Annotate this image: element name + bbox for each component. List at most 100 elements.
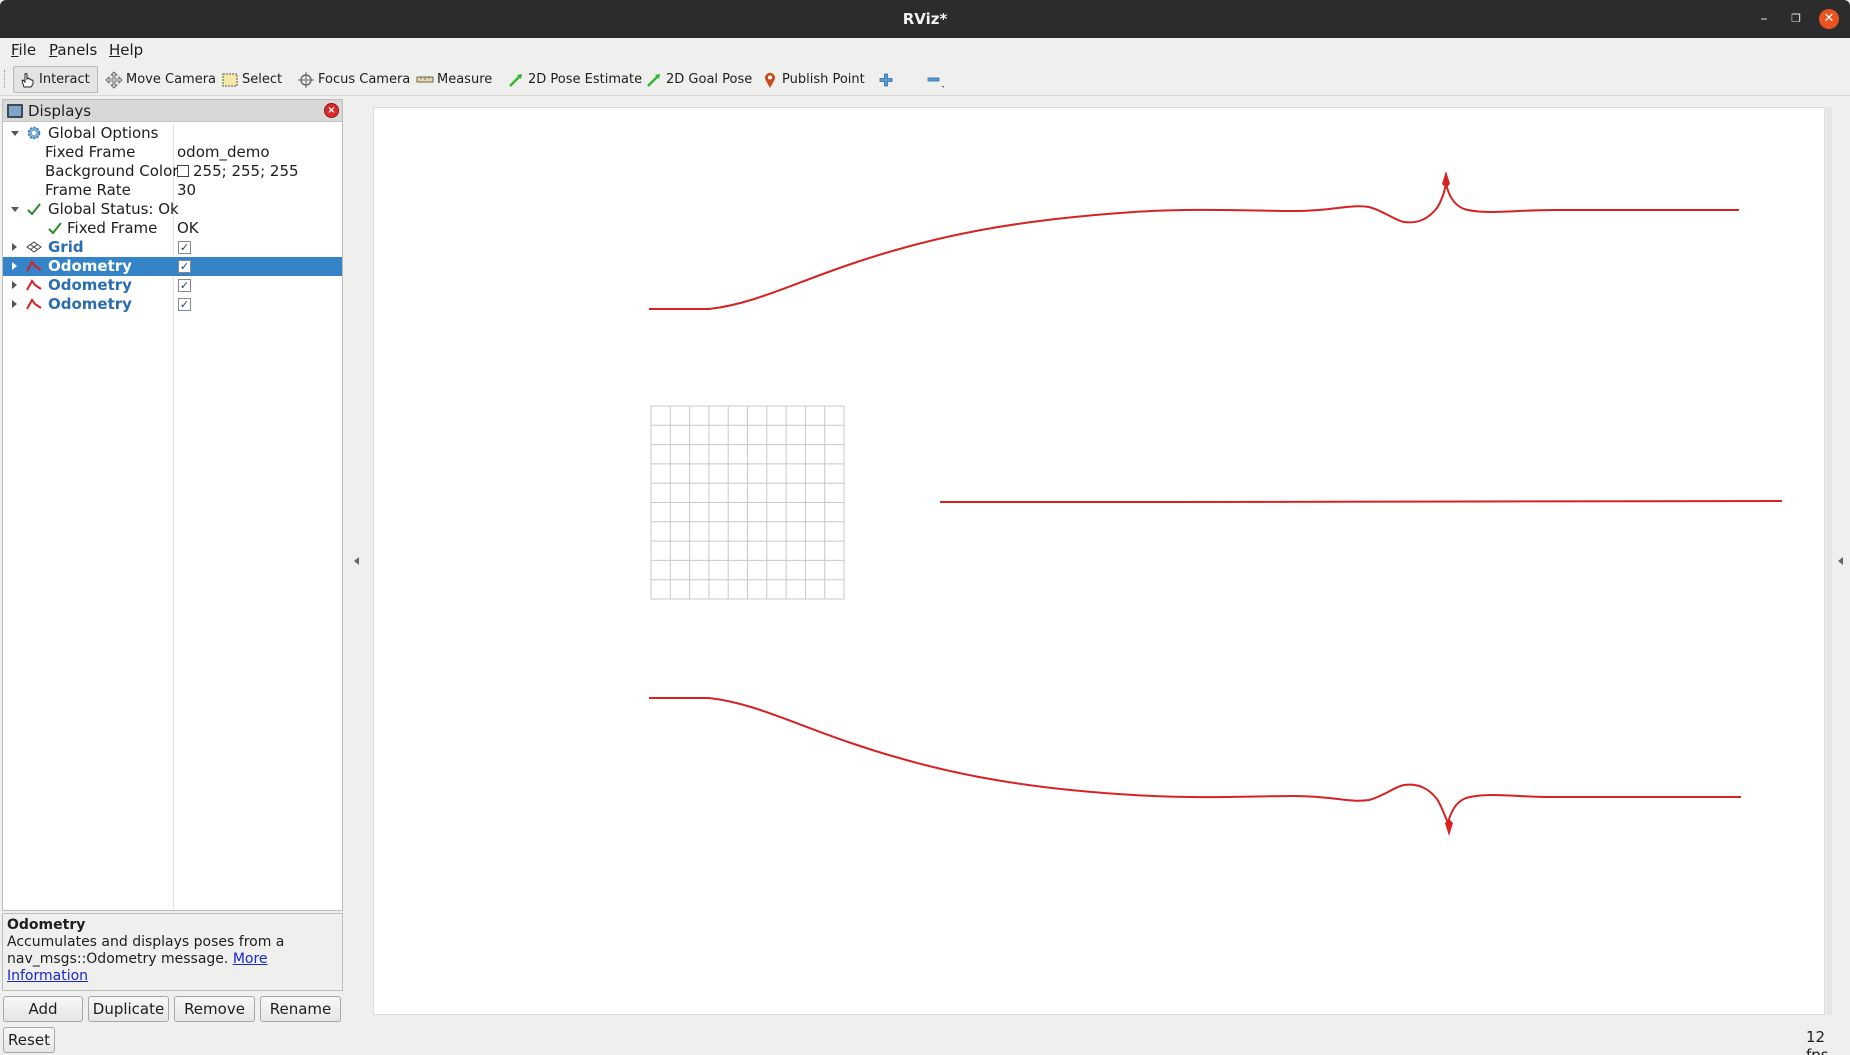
tree-row-frame-rate[interactable]: Frame Rate 30 [3,181,342,200]
global-status-label: Global Status: Ok [48,200,179,218]
odometry-display-label: Odometry [48,276,132,294]
toolbar-handle [4,70,6,88]
expand-arrow-icon[interactable] [12,300,17,308]
tree-row-global-status[interactable]: Global Status: Ok [3,200,342,219]
menu-bar: File Panels Help [0,38,1850,62]
tree-row-global-options[interactable]: Global Options [3,124,342,143]
frame-rate-value[interactable]: 30 [177,181,196,199]
green-arrow-icon [507,71,525,89]
menu-panels[interactable]: Panels [49,41,97,59]
tree-row-odometry-3[interactable]: Odometry ✓ [3,295,342,314]
close-button[interactable]: ✕ [1819,9,1839,29]
global-options-label: Global Options [48,124,159,142]
interact-tool-button[interactable]: Interact [13,66,98,93]
background-color-text: 255; 255; 255 [193,162,299,180]
move-camera-icon [105,70,123,89]
odometry-display-label: Odometry [48,295,132,313]
menu-file[interactable]: File [11,41,36,59]
color-swatch[interactable] [177,165,189,177]
odometry-icon [26,296,42,312]
odometry-path-1 [649,183,1739,310]
3d-render-view[interactable] [373,107,1825,1015]
reset-button[interactable]: Reset [3,1027,55,1053]
help-description: Accumulates and displays poses from a na… [7,934,338,985]
background-color-label: Background Color [45,162,179,180]
add-tool-button[interactable] [873,66,902,93]
displays-panel: Displays × Global Options Fixed Frame od… [2,99,343,911]
crosshair-icon [297,71,315,89]
collapse-arrow-icon[interactable] [11,207,19,212]
tree-row-fixed-frame[interactable]: Fixed Frame odom_demo [3,143,342,162]
tree-row-status-fixed-frame[interactable]: Fixed Frame OK [3,219,342,238]
add-button[interactable]: Add [3,996,83,1022]
panel-close-icon[interactable]: × [324,103,339,118]
green-arrow-icon [645,71,663,89]
odometry-enabled-checkbox[interactable]: ✓ [178,260,191,273]
right-panel-splitter[interactable] [1834,99,1848,1013]
displays-panel-header: Displays × [3,100,342,122]
rename-button[interactable]: Rename [260,996,341,1022]
frame-rate-label: Frame Rate [45,181,131,199]
move-camera-label: Move Camera [126,72,217,87]
odometry-enabled-checkbox[interactable]: ✓ [178,279,191,292]
expand-arrow-icon[interactable] [12,262,17,270]
tree-row-odometry-2[interactable]: Odometry ✓ [3,276,342,295]
focus-camera-label: Focus Camera [318,72,411,87]
help-title: Odometry [7,917,86,933]
tree-row-grid[interactable]: Grid ✓ [3,238,342,257]
hand-pointer-icon [18,71,36,89]
select-tool-button[interactable]: Select [217,66,286,93]
render-canvas[interactable] [374,108,1826,1016]
ruler-icon [416,71,434,89]
move-camera-tool-button[interactable]: Move Camera [101,66,220,93]
odometry-path-2 [940,500,1783,503]
menu-help[interactable]: Help [109,41,143,59]
2d-goal-pose-label: 2D Goal Pose [666,72,753,87]
2d-pose-estimate-label: 2D Pose Estimate [528,72,643,87]
measure-tool-button[interactable]: Measure [412,66,496,93]
left-panel-splitter[interactable] [350,99,364,1013]
title-bar: RViz* – ❐ ✕ [0,0,1850,38]
odometry-arrow-3 [1445,819,1453,836]
view-scrollbar[interactable] [1826,107,1832,1015]
focus-camera-tool-button[interactable]: Focus Camera [293,66,414,93]
minimize-button[interactable]: – [1754,9,1774,29]
tree-row-odometry-1[interactable]: Odometry ✓ [3,257,342,276]
odometry-display-label: Odometry [48,257,132,275]
expand-arrow-icon[interactable] [12,281,17,289]
fixed-frame-value[interactable]: odom_demo [177,143,270,161]
fixed-frame-label: Fixed Frame [45,143,136,161]
grid-display-label: Grid [48,238,84,256]
2d-pose-estimate-tool-button[interactable]: 2D Pose Estimate [503,66,646,93]
odometry-arrow-1 [1442,171,1450,188]
more-information-link[interactable]: More [233,951,268,967]
expand-arrow-icon[interactable] [12,243,17,251]
checkmark-icon [26,201,42,217]
display-help-box: Odometry Accumulates and displays poses … [2,913,343,991]
minus-icon [925,71,944,89]
background-color-value[interactable]: 255; 255; 255 [177,162,299,180]
checkmark-icon [47,220,63,236]
duplicate-button[interactable]: Duplicate [88,996,169,1022]
maximize-button[interactable]: ❐ [1786,9,1806,29]
remove-tool-button[interactable] [921,66,950,93]
information-link[interactable]: Information [7,968,88,984]
grid-enabled-checkbox[interactable]: ✓ [178,241,191,254]
tree-row-background-color[interactable]: Background Color 255; 255; 255 [3,162,342,181]
select-box-icon [221,71,239,89]
fps-counter: 12 fps [1806,1028,1829,1055]
window-title: RViz* [902,10,948,28]
collapse-arrow-icon[interactable] [11,131,19,136]
odometry-enabled-checkbox[interactable]: ✓ [178,298,191,311]
measure-label: Measure [437,72,493,87]
remove-button[interactable]: Remove [174,996,255,1022]
expand-right-icon[interactable] [1838,557,1843,565]
monitor-icon [7,104,23,118]
collapse-left-icon[interactable] [354,557,359,565]
2d-goal-pose-tool-button[interactable]: 2D Goal Pose [641,66,756,93]
grid-icon [26,239,42,255]
toolbar: Interact Move Camera Select Focus Camera… [0,62,1850,96]
publish-point-label: Publish Point [782,72,865,87]
publish-point-tool-button[interactable]: Publish Point [757,66,869,93]
select-label: Select [242,72,283,87]
